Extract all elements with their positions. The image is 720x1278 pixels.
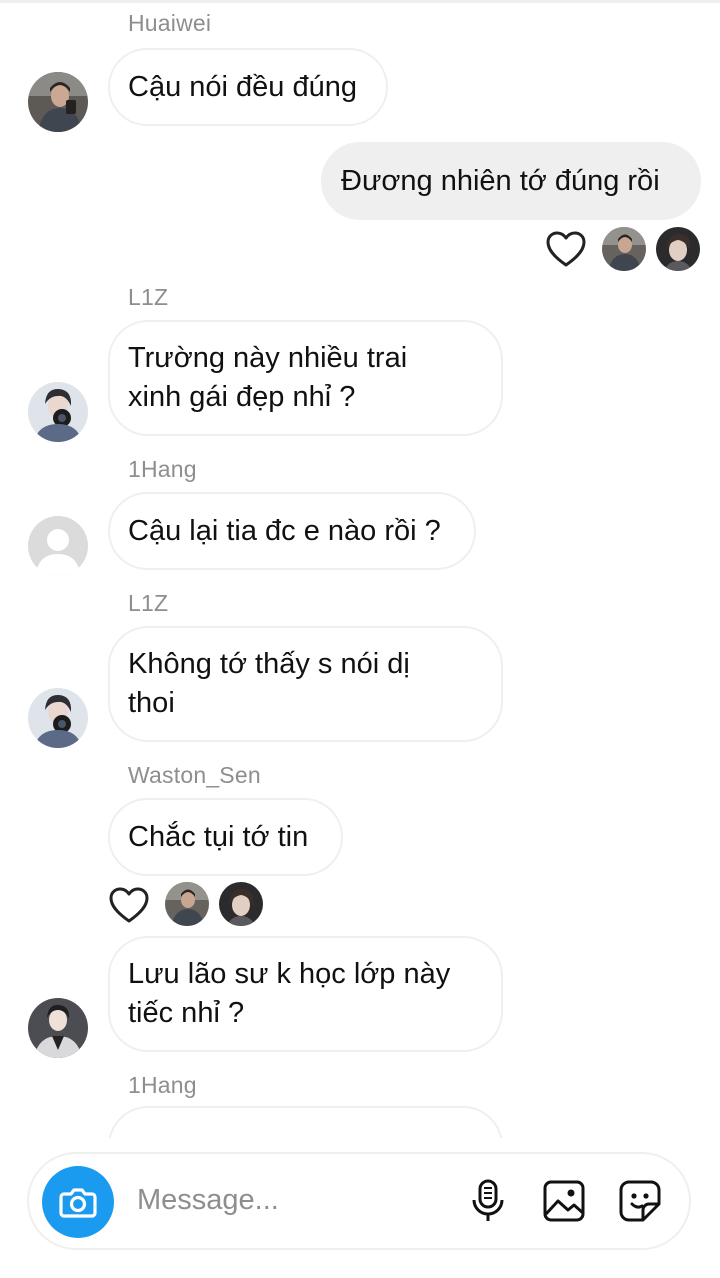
user-avatar-waston[interactable] (28, 998, 88, 1058)
message-text: Chắc tụi tớ tin (128, 820, 309, 853)
message-text: Đương nhiên tớ đúng rồi (341, 164, 660, 197)
message-bubble[interactable]: Cậu lại tia đc e nào rồi ? (108, 492, 476, 570)
message-list[interactable]: Huaiwei Cậu nói đều đúng Đương nhiên tớ … (0, 0, 720, 1138)
message-text: Lưu lão sư k học lớp này tiếc nhỉ ? (128, 958, 451, 1029)
heart-outline-icon[interactable] (545, 230, 587, 268)
reactor-avatar-2[interactable] (219, 882, 263, 926)
message-input[interactable]: Message... (137, 1184, 279, 1217)
message-text: Trường này nhiều trai xinh gái đẹp nhỉ ? (128, 342, 408, 413)
message-bubble[interactable]: Lưu lão sư k học lớp này tiếc nhỉ ? (108, 936, 503, 1052)
message-composer[interactable]: Message... (27, 1152, 691, 1250)
reactor-avatar-1[interactable] (165, 882, 209, 926)
reactor-avatar-2[interactable] (656, 227, 700, 271)
user-avatar-l1z[interactable] (28, 688, 88, 748)
message-bubble[interactable] (108, 1106, 503, 1138)
message-text: Cậu lại tia đc e nào rồi ? (128, 514, 441, 547)
default-avatar[interactable] (28, 516, 88, 576)
sender-name: L1Z (128, 284, 169, 310)
reactor-avatar-1[interactable] (602, 227, 646, 271)
camera-icon (59, 1188, 97, 1218)
message-text: Cậu nói đều đúng (128, 70, 357, 103)
sender-name: Huaiwei (128, 10, 212, 36)
sender-name: 1Hang (128, 1072, 197, 1098)
sticker-icon[interactable] (617, 1178, 663, 1224)
sender-name: Waston_Sen (128, 762, 261, 788)
message-bubble[interactable]: Cậu nói đều đúng (108, 48, 388, 126)
heart-outline-icon[interactable] (108, 886, 150, 924)
sender-name: 1Hang (128, 456, 197, 482)
message-bubble[interactable]: Không tớ thấy s nói dị thoi (108, 626, 503, 742)
gallery-icon[interactable] (541, 1178, 587, 1224)
message-bubble[interactable]: Chắc tụi tớ tin (108, 798, 343, 876)
camera-button[interactable] (42, 1166, 114, 1238)
microphone-icon[interactable] (465, 1178, 511, 1224)
user-avatar-l1z[interactable] (28, 382, 88, 442)
sender-name: L1Z (128, 590, 169, 616)
message-text: Không tớ thấy s nói dị thoi (128, 648, 410, 719)
user-avatar-huaiwei[interactable] (28, 72, 88, 132)
outgoing-message-bubble[interactable]: Đương nhiên tớ đúng rồi (321, 142, 701, 220)
message-bubble[interactable]: Trường này nhiều trai xinh gái đẹp nhỉ ? (108, 320, 503, 436)
